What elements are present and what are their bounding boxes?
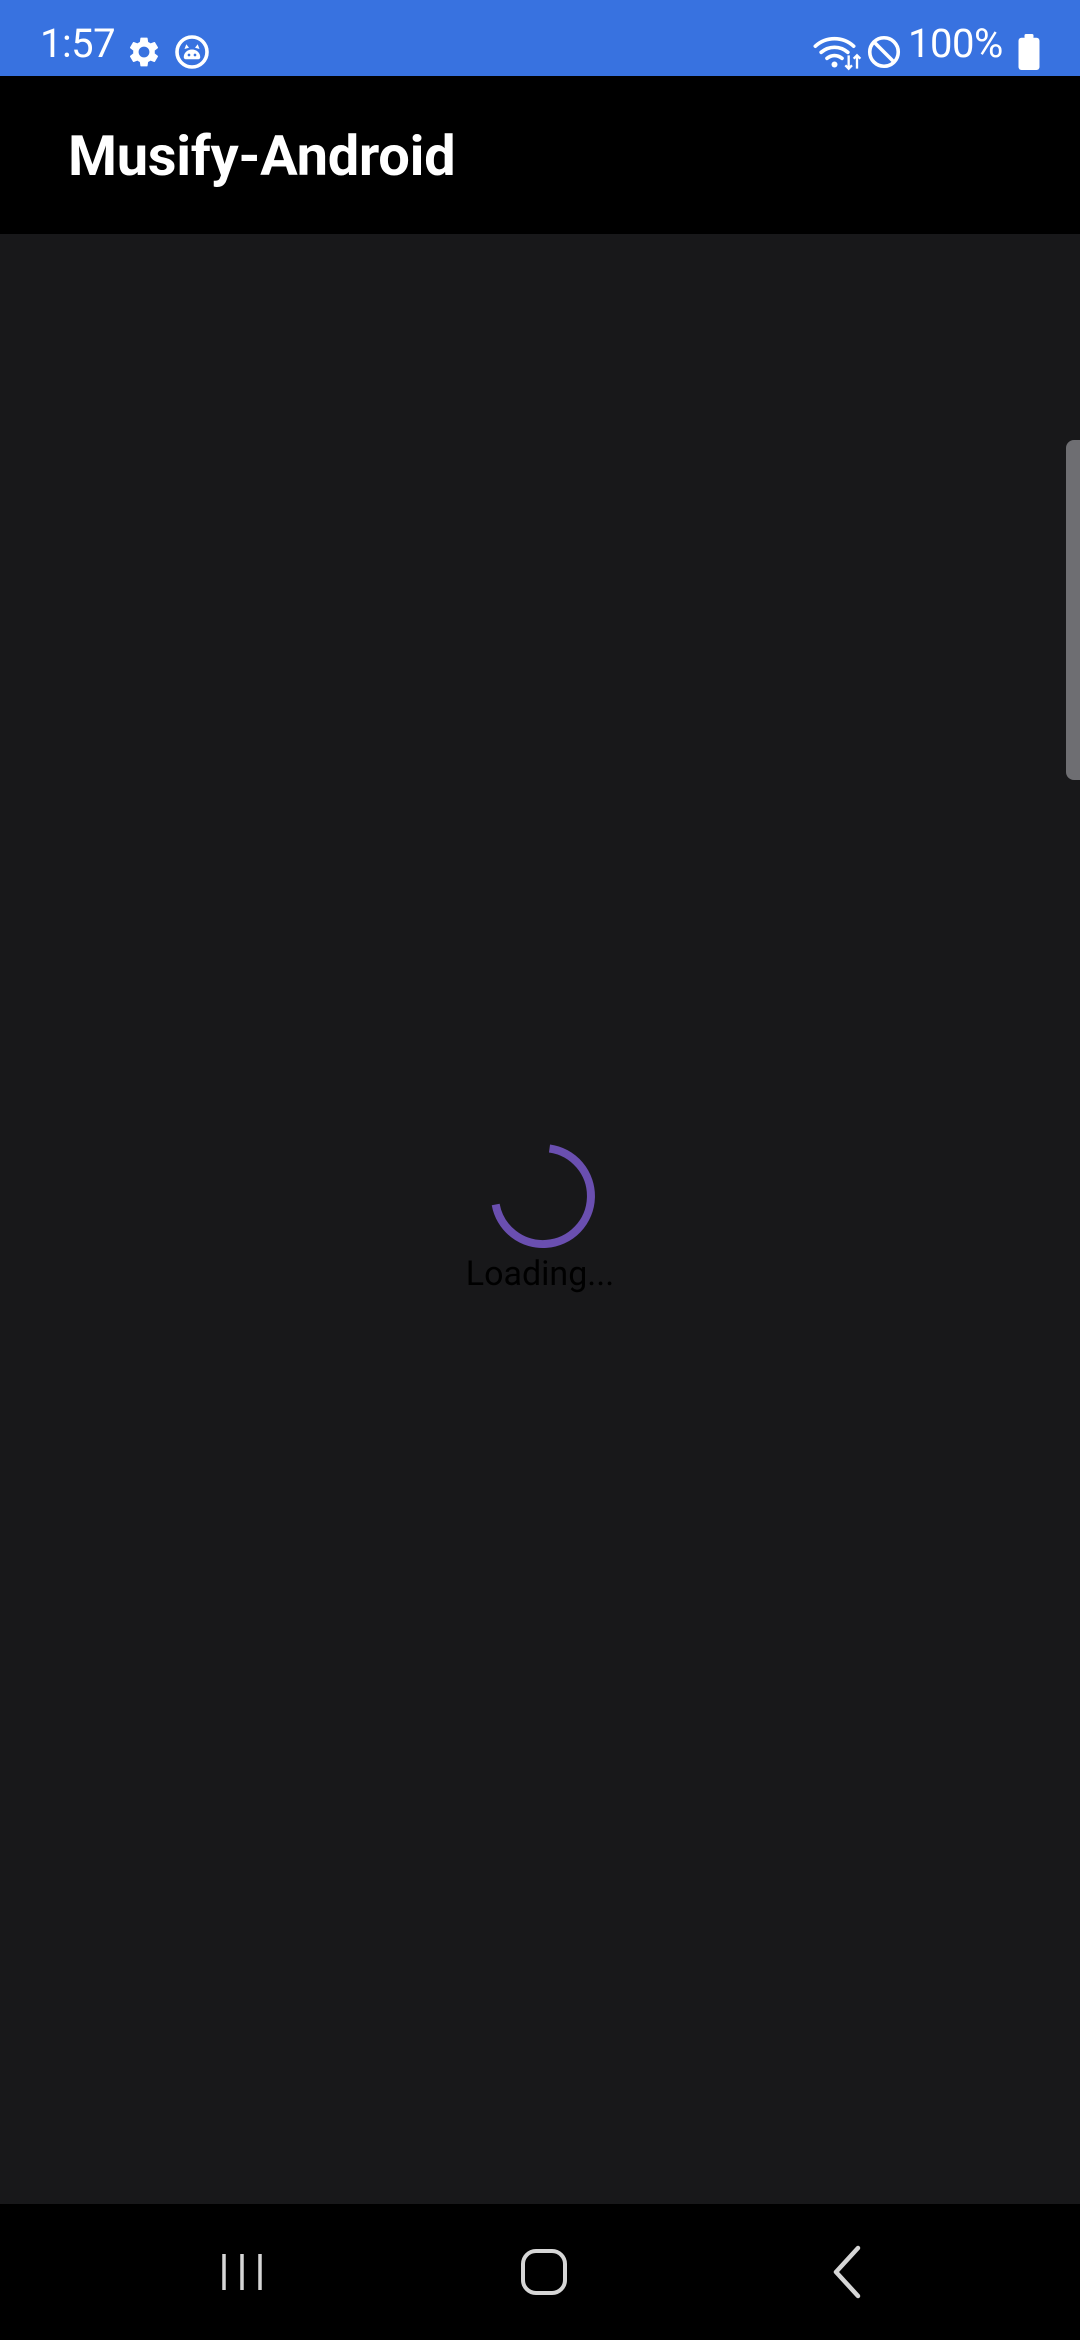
gear-icon	[129, 37, 159, 67]
battery-icon	[1018, 34, 1040, 70]
loading-label: Loading...	[465, 1254, 615, 1294]
battery-percentage: 100%	[908, 20, 1003, 67]
status-time: 1:57	[40, 20, 116, 67]
home-icon[interactable]	[484, 2224, 604, 2320]
loading-spinner-icon	[491, 1144, 595, 1249]
navigation-bar	[0, 2204, 1080, 2340]
do-not-disturb-icon	[867, 35, 901, 69]
back-icon[interactable]	[786, 2224, 906, 2320]
page-title: Musify-Android	[68, 123, 456, 189]
app-bar: Musify-Android	[0, 76, 1080, 234]
cat-face-icon	[175, 35, 209, 69]
wifi-icon	[813, 36, 862, 71]
recents-icon[interactable]	[182, 2224, 302, 2320]
main-content[interactable]: Loading...	[0, 234, 1080, 2204]
scrollbar-thumb[interactable]	[1066, 440, 1080, 780]
status-bar: 1:57 100%	[0, 0, 1080, 76]
